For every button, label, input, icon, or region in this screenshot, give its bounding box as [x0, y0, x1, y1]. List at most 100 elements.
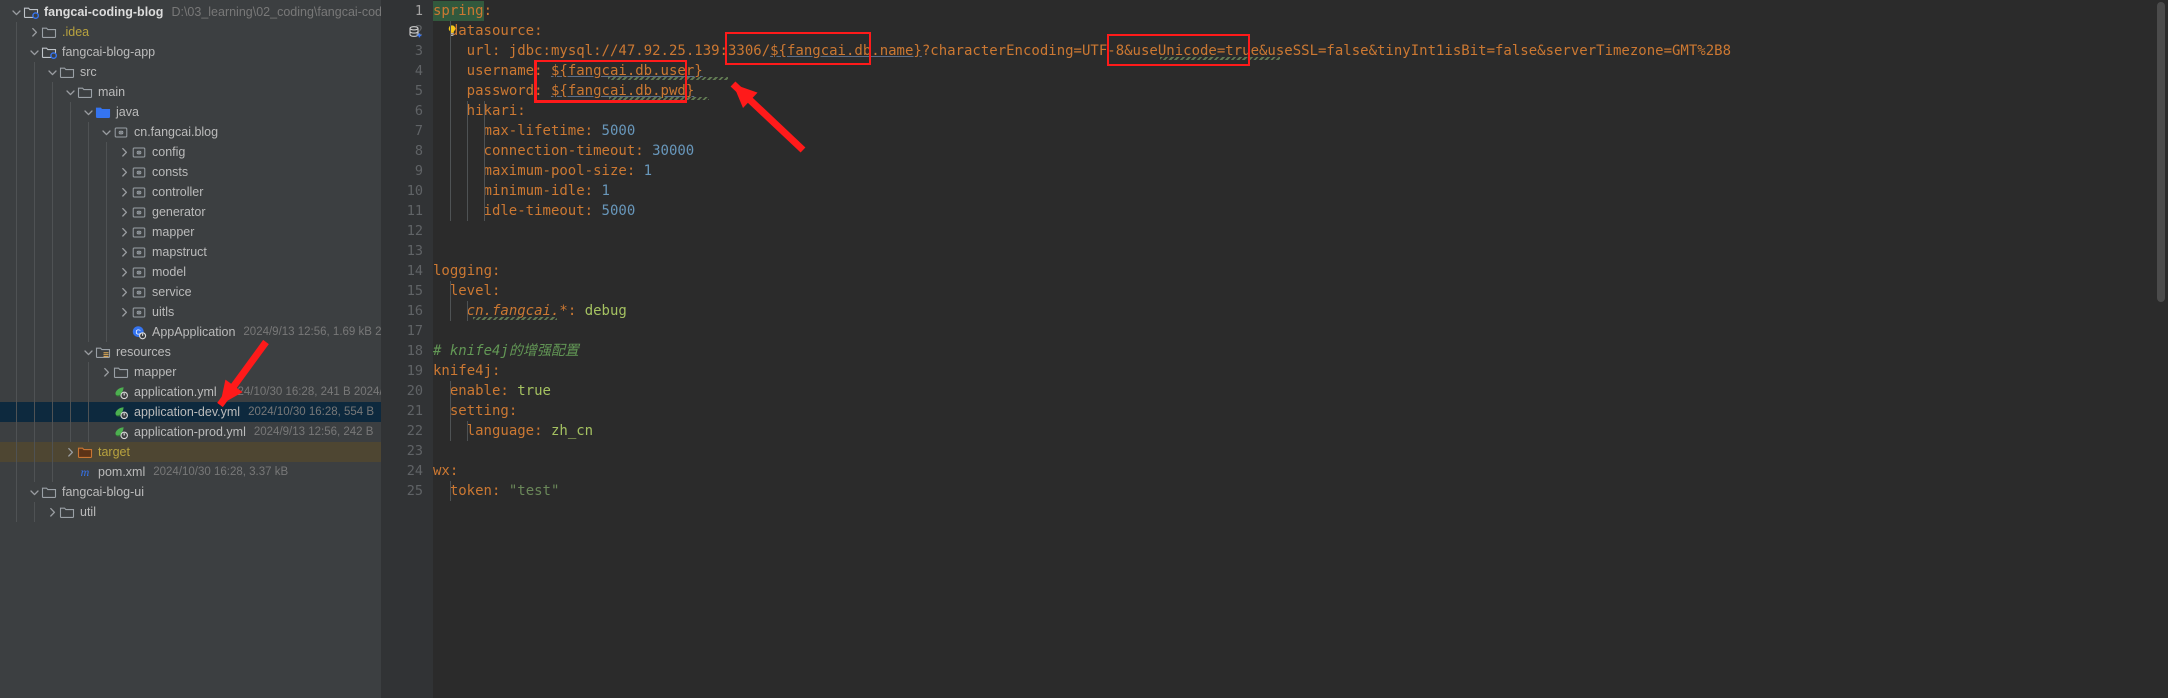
tree-item-src[interactable]: src	[0, 62, 381, 82]
tree-item-model[interactable]: model	[0, 262, 381, 282]
chevron-right-icon[interactable]	[118, 226, 131, 239]
tree-item-generator[interactable]: generator	[0, 202, 381, 222]
editor-scrollbar[interactable]	[2154, 0, 2168, 698]
tree-item-consts[interactable]: consts	[0, 162, 381, 182]
editor-gutter[interactable]: 1 2 3 4 5 6 7 8 9 10 11 12 13 14 15 16 17 18 19 20 21 22 23 24 2…	[381, 0, 433, 698]
tree-indent-guide	[16, 102, 17, 122]
chevron-right-icon[interactable]	[64, 446, 77, 459]
code-line[interactable]: logging:	[433, 261, 500, 281]
inspection-squiggle	[608, 77, 728, 80]
tree-item-label: main	[98, 85, 126, 99]
chevron-down-icon[interactable]	[10, 6, 23, 19]
code-token: :	[534, 23, 543, 39]
code-line[interactable]: url: jdbc:mysql://47.92.25.139:3306/${fa…	[467, 41, 1731, 61]
code-token: "test"	[508, 483, 560, 499]
tree-item-idea[interactable]: .idea	[0, 22, 381, 42]
code-line[interactable]: idle-timeout: 5000	[484, 201, 636, 221]
chevron-right-icon[interactable]	[118, 186, 131, 199]
tree-item-controller[interactable]: controller	[0, 182, 381, 202]
datasource-icon[interactable]	[407, 24, 422, 38]
tree-item-application-yml[interactable]: application.yml 2024/10/30 16:28, 241 B 2…	[0, 382, 381, 402]
tree-indent-guide	[70, 342, 71, 362]
code-line[interactable]: knife4j:	[433, 361, 500, 381]
tree-indent-guide	[70, 202, 71, 222]
tree-item-util[interactable]: util	[0, 502, 381, 522]
chevron-right-icon[interactable]	[118, 146, 131, 159]
chevron-right-icon[interactable]	[28, 26, 41, 39]
chevron-right-icon[interactable]	[118, 266, 131, 279]
chevron-right-icon[interactable]	[118, 246, 131, 259]
tree-indent-guide	[16, 342, 17, 362]
chevron-right-icon[interactable]	[100, 366, 113, 379]
tree-item-resources[interactable]: resources	[0, 342, 381, 362]
chevron-right-icon[interactable]	[118, 306, 131, 319]
chevron-down-icon[interactable]	[64, 86, 77, 99]
code-token: max-lifetime	[483, 123, 585, 139]
tree-item-meta: 2024/10/30 16:28, 241 B 2024/10/25	[224, 386, 381, 398]
chevron-right-icon[interactable]	[118, 206, 131, 219]
tree-indent-guide	[88, 362, 89, 382]
tree-item-service[interactable]: service	[0, 282, 381, 302]
code-line[interactable]: connection-timeout: 30000	[484, 141, 695, 161]
code-content[interactable]: spring: datasource: url: jdbc:mysql://47.9…	[433, 0, 2168, 698]
code-line[interactable]: wx:	[433, 461, 458, 481]
code-line[interactable]: enable: true	[450, 381, 551, 401]
tree-item-target[interactable]: target	[0, 442, 381, 462]
tree-item-fangcai-blog-ui[interactable]: fangcai-blog-ui	[0, 482, 381, 502]
chevron-down-icon[interactable]	[46, 66, 59, 79]
tree-item-main[interactable]: main	[0, 82, 381, 102]
tree-item-cn-fangcai-blog[interactable]: cn.fangcai.blog	[0, 122, 381, 142]
code-line[interactable]: datasource:	[450, 21, 543, 41]
code-line[interactable]: level:	[450, 281, 501, 301]
tree-indent-guide	[52, 102, 53, 122]
tree-item-pom-xml[interactable]: m pom.xml 2024/10/30 16:28, 3.37 kB	[0, 462, 381, 482]
tree-item-java[interactable]: java	[0, 102, 381, 122]
tree-indent-guide	[16, 82, 17, 102]
chevron-right-icon[interactable]	[118, 166, 131, 179]
code-line[interactable]: setting:	[450, 401, 517, 421]
tree-item-label: application-prod.yml	[134, 425, 246, 439]
tree-item-application-dev-yml[interactable]: application-dev.yml 2024/10/30 16:28, 554…	[0, 402, 381, 422]
code-line[interactable]: maximum-pool-size: 1	[484, 161, 653, 181]
tree-item-label: fangcai-blog-ui	[62, 485, 144, 499]
tree-indent-guide	[16, 62, 17, 82]
code-token: :	[626, 163, 644, 179]
code-token: :	[635, 143, 653, 159]
tree-indent-guide	[88, 302, 89, 322]
tree-item-config[interactable]: config	[0, 142, 381, 162]
code-line[interactable]: # knife4j的增强配置	[433, 341, 579, 361]
inspection-squiggle	[473, 317, 557, 320]
chevron-down-icon[interactable]	[100, 126, 113, 139]
tree-item-uitls[interactable]: uitls	[0, 302, 381, 322]
bulb-icon[interactable]	[444, 23, 460, 39]
code-line[interactable]: token: "test"	[450, 481, 560, 501]
tree-item-application-prod-yml[interactable]: application-prod.yml 2024/9/13 12:56, 242…	[0, 422, 381, 442]
chevron-down-icon[interactable]	[82, 106, 95, 119]
code-line[interactable]: max-lifetime: 5000	[484, 121, 636, 141]
chevron-down-icon[interactable]	[28, 486, 41, 499]
code-editor[interactable]: 1 2 3 4 5 6 7 8 9 10 11 12 13 14 15 16 17 18 19 20 21 22 23 24 2…	[381, 0, 2168, 698]
chevron-down-icon[interactable]	[82, 346, 95, 359]
tree-indent-guide	[16, 462, 17, 482]
line-number: 25	[406, 483, 423, 499]
project-tree-panel[interactable]: fangcai-coding-blog D:\03_learning\02_cod…	[0, 0, 381, 698]
tree-item-mapper[interactable]: mapper	[0, 222, 381, 242]
code-line[interactable]: minimum-idle: 1	[484, 181, 610, 201]
chevron-down-icon[interactable]	[28, 46, 41, 59]
code-line[interactable]: spring:	[433, 1, 492, 21]
code-line[interactable]: hikari:	[467, 101, 526, 121]
tree-item-fangcai-blog-app[interactable]: fangcai-blog-app	[0, 42, 381, 62]
tree-item-appapplication[interactable]: C AppApplication 2024/9/13 12:56, 1.69 kB …	[0, 322, 381, 342]
code-token: datasource	[449, 23, 535, 39]
line-number: 1	[414, 3, 423, 19]
tree-item-label: controller	[152, 185, 204, 199]
code-line[interactable]: language: zh_cn	[467, 421, 593, 441]
tree-item-label: model	[152, 265, 187, 279]
tree-item-mapper[interactable]: mapper	[0, 362, 381, 382]
scrollbar-thumb[interactable]	[2157, 2, 2165, 302]
tree-item-mapstruct[interactable]: mapstruct	[0, 242, 381, 262]
tree-indent-guide	[70, 222, 71, 242]
tree-item-fangcai-coding-blog[interactable]: fangcai-coding-blog D:\03_learning\02_cod…	[0, 2, 381, 22]
chevron-right-icon[interactable]	[46, 506, 59, 519]
chevron-right-icon[interactable]	[118, 286, 131, 299]
